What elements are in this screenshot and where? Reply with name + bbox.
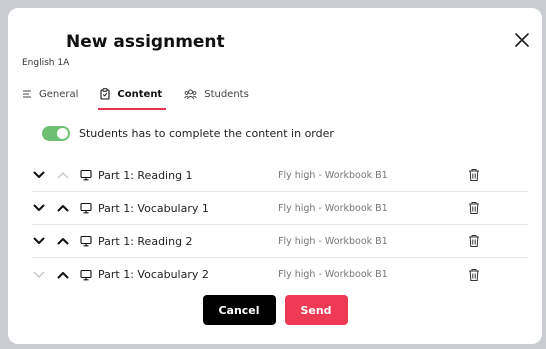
order-toggle[interactable]: [42, 126, 70, 141]
content-name: Part 1: Vocabulary 2: [98, 268, 209, 281]
dialog-title: New assignment: [66, 32, 225, 52]
tab-bar: General Content Students: [22, 82, 271, 112]
tab-general[interactable]: General: [22, 82, 78, 106]
content-item: Part 1: Vocabulary 2 Fly high - Workbook…: [32, 258, 528, 291]
order-toggle-label: Students has to complete the content in …: [79, 127, 334, 140]
content-book: Fly high - Workbook B1: [278, 169, 388, 181]
tab-content[interactable]: Content: [98, 82, 167, 110]
chevron-up-icon: [57, 172, 69, 179]
class-name: English 1A: [22, 58, 70, 68]
content-name: Part 1: Reading 2: [98, 234, 193, 248]
move-up-button[interactable]: [56, 168, 70, 182]
move-down-button[interactable]: [32, 234, 46, 248]
content-item: Part 1: Reading 2 Fly high - Workbook B1: [32, 225, 528, 258]
chevron-down-icon: [33, 204, 45, 211]
delete-button[interactable]: [468, 234, 480, 248]
delete-button[interactable]: [468, 168, 480, 182]
content-book: Fly high - Workbook B1: [278, 202, 388, 214]
content-book: Fly high - Workbook B1: [278, 235, 388, 247]
delete-button[interactable]: [468, 268, 480, 282]
move-up-button[interactable]: [56, 268, 70, 282]
toggle-knob: [57, 128, 68, 139]
dialog-actions: Cancel Send: [8, 295, 542, 325]
delete-button[interactable]: [468, 201, 480, 215]
trash-icon: [469, 268, 479, 281]
monitor-icon: [80, 202, 92, 214]
cancel-button[interactable]: Cancel: [202, 295, 276, 325]
chevron-down-icon: [33, 271, 45, 278]
content-name: Part 1: Vocabulary 1: [98, 201, 209, 215]
content-list: Part 1: Reading 1 Fly high - Workbook B1…: [32, 159, 528, 291]
tab-label: Students: [204, 88, 249, 100]
tab-label: Content: [117, 88, 163, 100]
move-down-button[interactable]: [32, 168, 46, 182]
tab-label: General: [39, 88, 79, 100]
chevron-up-icon: [57, 271, 69, 278]
close-icon: [515, 33, 529, 47]
move-down-button[interactable]: [32, 201, 46, 215]
trash-icon: [469, 235, 479, 247]
move-down-button[interactable]: [32, 268, 46, 282]
monitor-icon: [80, 269, 92, 281]
monitor-icon: [80, 169, 92, 181]
order-setting: Students has to complete the content in …: [42, 126, 334, 141]
trash-icon: [469, 202, 479, 214]
tab-students[interactable]: Students: [184, 82, 249, 106]
content-item: Part 1: Vocabulary 1 Fly high - Workbook…: [32, 192, 528, 225]
chevron-down-icon: [33, 171, 45, 178]
chevron-up-icon: [57, 205, 69, 212]
move-up-button[interactable]: [56, 201, 70, 215]
clipboard-icon: [100, 88, 110, 100]
content-book: Fly high - Workbook B1: [278, 269, 388, 280]
content-name: Part 1: Reading 1: [98, 168, 193, 182]
move-up-button[interactable]: [56, 234, 70, 248]
monitor-icon: [80, 235, 92, 247]
close-button[interactable]: [512, 30, 532, 50]
lines-icon: [23, 90, 31, 98]
assignment-dialog: New assignment English 1A General Conten…: [8, 8, 542, 344]
chevron-down-icon: [33, 237, 45, 244]
chevron-up-icon: [57, 238, 69, 245]
send-button[interactable]: Send: [284, 295, 348, 325]
trash-icon: [469, 169, 479, 181]
content-item: Part 1: Reading 1 Fly high - Workbook B1: [32, 159, 528, 192]
users-icon: [184, 89, 198, 99]
